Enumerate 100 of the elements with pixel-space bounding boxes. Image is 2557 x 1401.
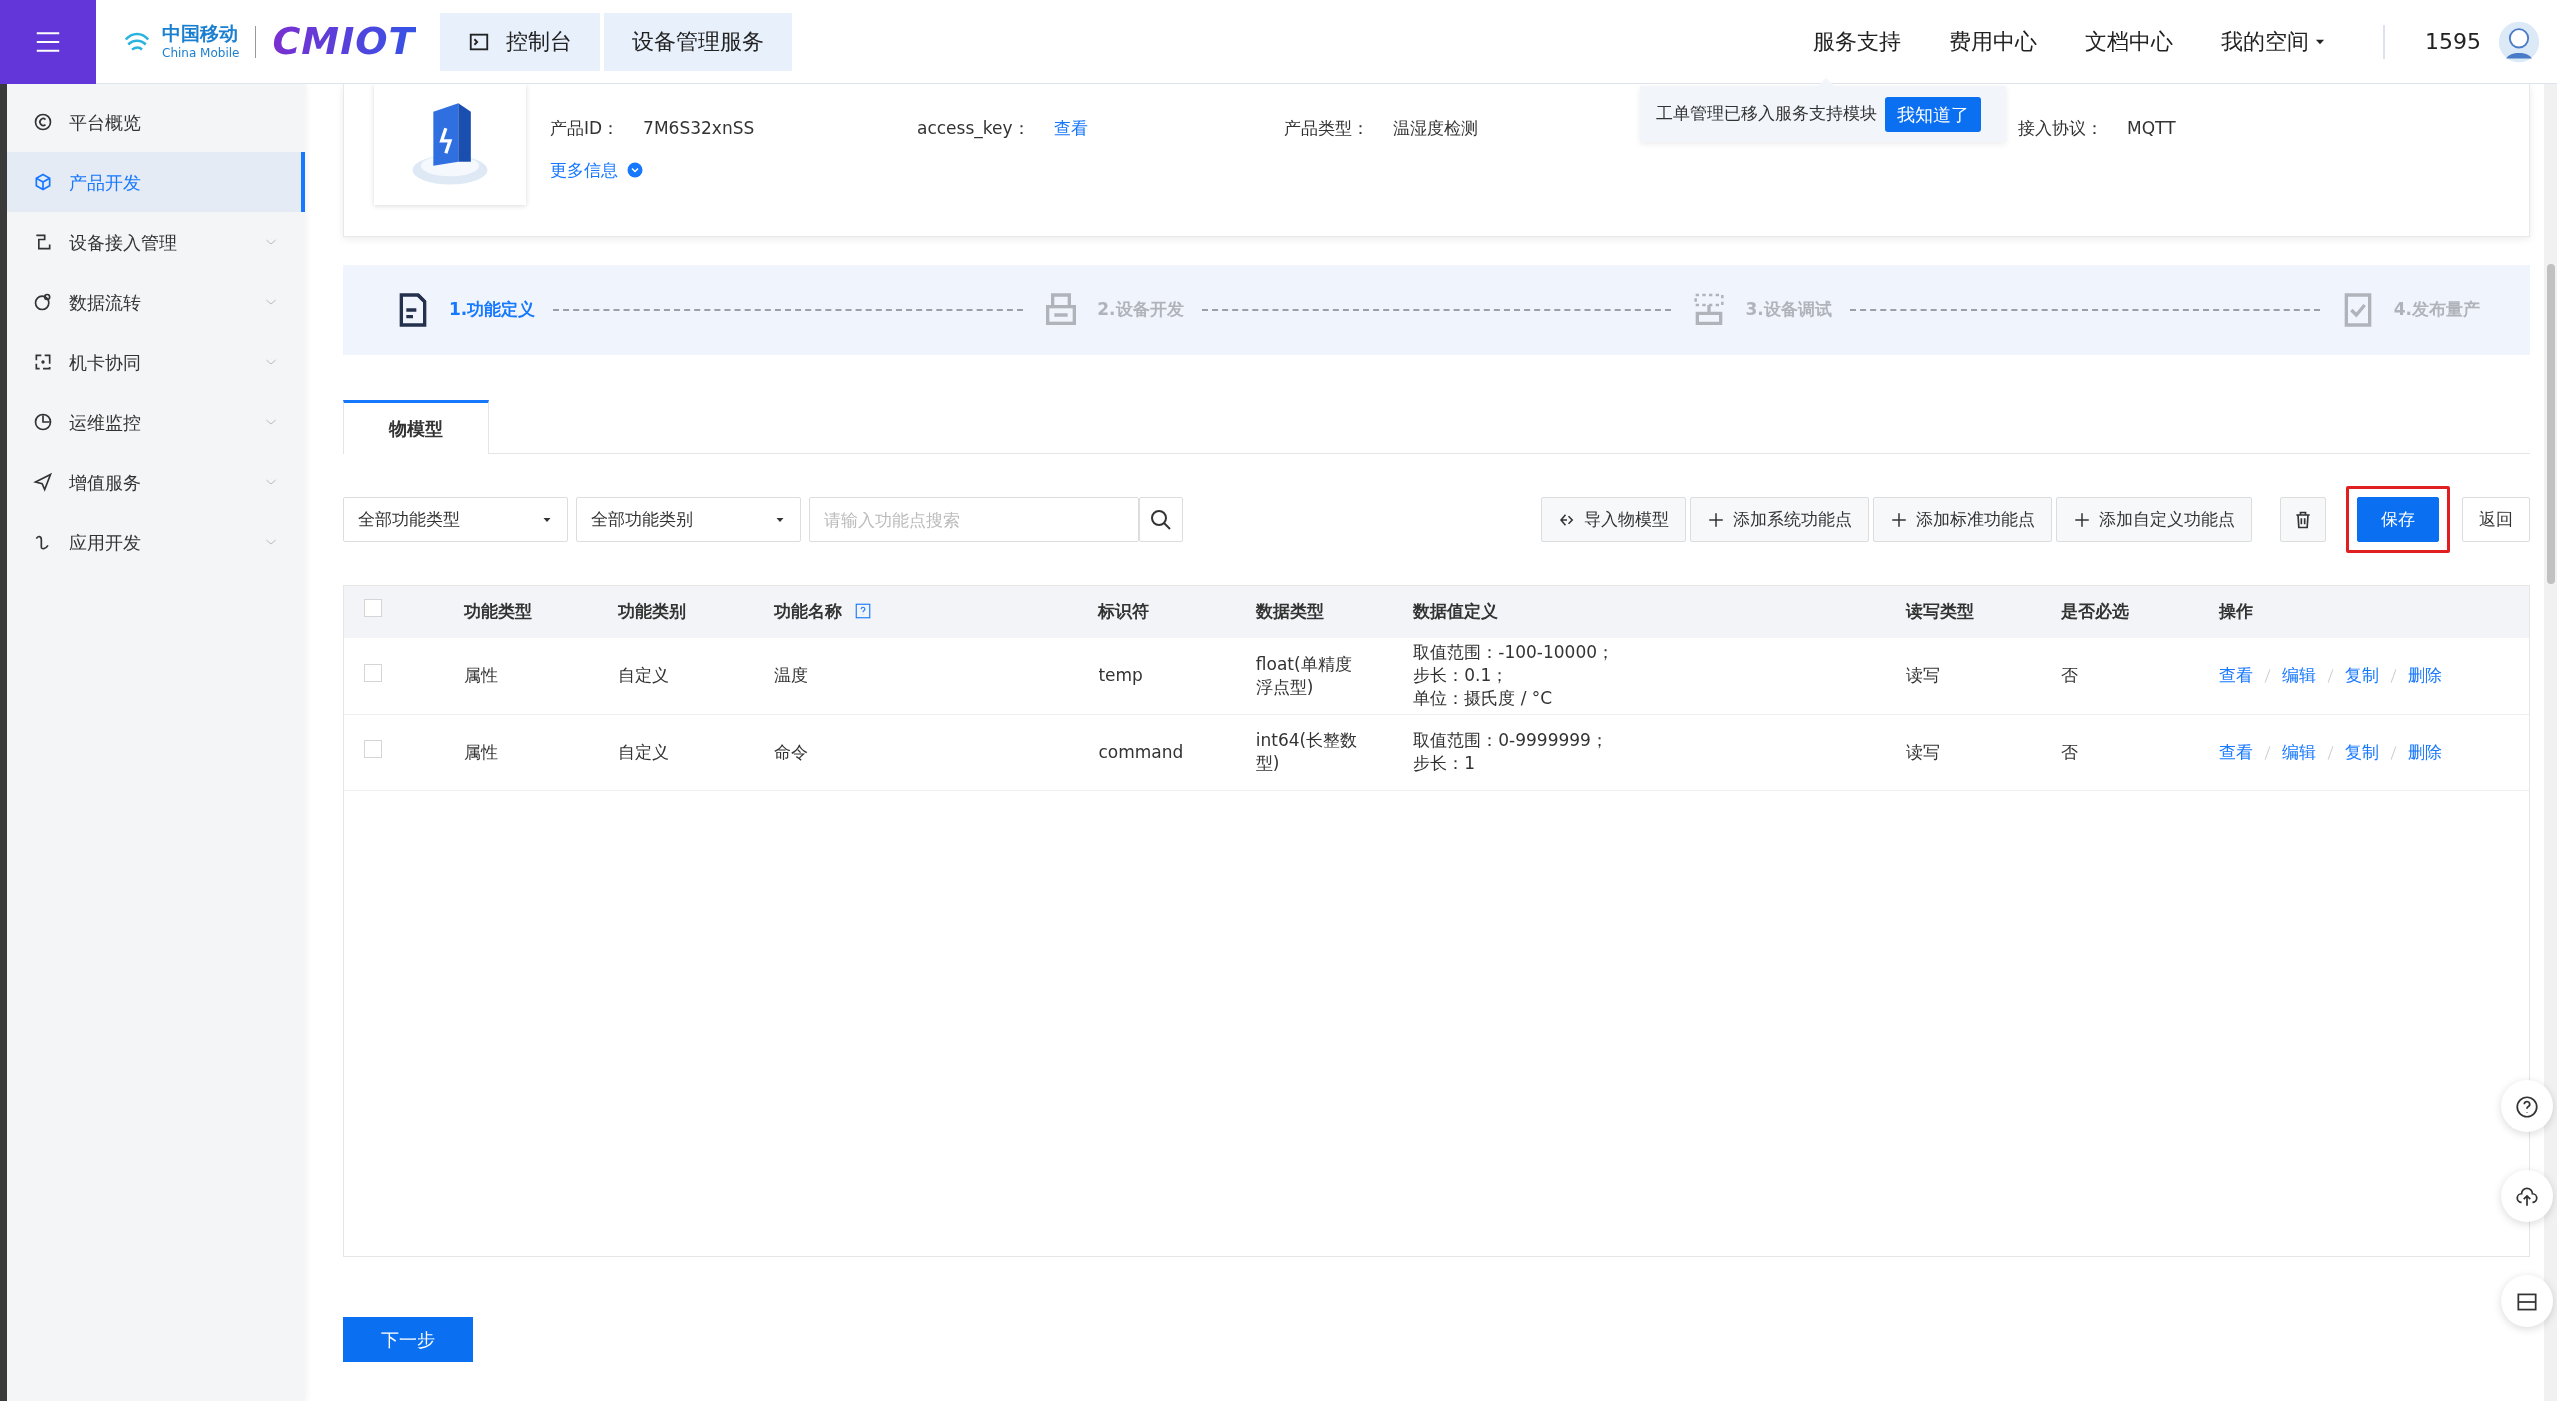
action-link[interactable]: 查看 xyxy=(2218,741,2253,762)
column-header: 读写类型 xyxy=(1905,601,1974,622)
toolbar-button[interactable]: 添加标准功能点 xyxy=(1873,497,2052,542)
menu-item-icon xyxy=(33,292,53,312)
menu-item-icon xyxy=(33,412,53,432)
definition-line: 步长：1 xyxy=(1413,752,1477,775)
chevron-down-icon xyxy=(626,161,644,180)
table-cell: 否 xyxy=(2041,638,2199,714)
toolbar-button[interactable]: 添加系统功能点 xyxy=(1690,497,1869,542)
action-link[interactable]: 删除 xyxy=(2407,741,2442,762)
delete-button[interactable] xyxy=(2280,497,2326,542)
step-item[interactable]: 1.功能定义 xyxy=(393,290,536,330)
action-link[interactable]: 编辑 xyxy=(2281,741,2316,762)
table-cell: 自定义 xyxy=(597,714,755,790)
brand-name: China Mobile xyxy=(162,47,240,59)
menu-button[interactable] xyxy=(0,0,96,84)
action-link[interactable]: 删除 xyxy=(2407,665,2442,686)
plus-icon xyxy=(1890,510,1908,529)
definition-line: 单位：摄氏度 / °C xyxy=(1413,687,1554,711)
back-button[interactable]: 返回 xyxy=(2462,497,2530,542)
column-header: 功能名称 xyxy=(774,601,843,622)
checkbox[interactable] xyxy=(364,663,382,682)
field-label: 产品类型： xyxy=(1284,117,1369,140)
action-link[interactable]: 复制 xyxy=(2344,665,2379,686)
field-value: MQTT xyxy=(2127,117,2176,140)
field-value: 温湿度检测 xyxy=(1393,117,1478,140)
definition-line: 取值范围：0-9999999； xyxy=(1413,729,1609,752)
breadcrumb-item[interactable]: 控制台 xyxy=(439,12,600,71)
avatar-icon xyxy=(2497,19,2541,64)
definition-line: 步长：0.1； xyxy=(1413,664,1510,688)
table-cell: 属性 xyxy=(443,714,598,790)
sidebar-item[interactable]: 平台概览 xyxy=(7,92,305,152)
field-label: access_key： xyxy=(917,117,1030,141)
sidebar-item[interactable]: 运维监控 xyxy=(7,392,305,452)
menu-item-icon xyxy=(33,352,53,372)
checkbox[interactable] xyxy=(364,599,382,618)
table-cell: 温度 xyxy=(754,638,1079,714)
column-header: 功能类型 xyxy=(463,601,532,622)
table-cell: 读写 xyxy=(1885,638,2042,714)
upload-button[interactable] xyxy=(2501,1170,2553,1222)
help-icon[interactable] xyxy=(854,602,873,621)
table-cell: command xyxy=(1078,714,1236,790)
tab[interactable]: 物模型 xyxy=(343,400,489,454)
filter-dropdown[interactable]: 全部功能类别 xyxy=(576,497,801,542)
field-value: 7M6S32xnSS xyxy=(643,117,755,140)
search-field[interactable]: 请输入功能点搜索 xyxy=(809,497,1139,542)
tooltip-text: 工单管理已移入服务支持模块 xyxy=(1656,102,1877,126)
help-button[interactable] xyxy=(2501,1080,2553,1132)
sidebar-item[interactable]: 应用开发 xyxy=(7,512,305,572)
search-button[interactable] xyxy=(1139,497,1183,542)
table-cell: temp xyxy=(1078,638,1236,714)
action-link[interactable]: 编辑 xyxy=(2281,665,2316,686)
brand-name: 中国移动 xyxy=(162,24,239,43)
nav-link[interactable]: 我的空间 xyxy=(2205,24,2343,59)
menu-item-icon xyxy=(33,472,53,492)
definition-line: 取值范围：-100-10000； xyxy=(1413,641,1616,665)
column-header: 是否必选 xyxy=(2061,601,2130,622)
checkbox[interactable] xyxy=(364,740,382,759)
table-cell: 属性 xyxy=(443,638,598,714)
nav-link[interactable]: 费用中心 xyxy=(1933,24,2053,59)
more-info-link[interactable]: 更多信息 xyxy=(550,157,644,183)
help-icon xyxy=(2514,1094,2540,1120)
nav-link[interactable]: 文档中心 xyxy=(2069,24,2189,59)
plus-icon xyxy=(1707,510,1725,529)
sidebar-item[interactable]: 机卡协同 xyxy=(7,332,305,392)
sidebar-item[interactable]: 数据流转 xyxy=(7,272,305,332)
dismiss-button[interactable]: 我知道了 xyxy=(1885,96,1981,132)
column-header: 功能类别 xyxy=(617,601,686,622)
action-link[interactable]: 复制 xyxy=(2344,741,2379,762)
field-label: 接入协议： xyxy=(2018,117,2103,140)
toolbar-button[interactable]: 导入物模型 xyxy=(1541,497,1686,542)
plus-icon xyxy=(2073,510,2091,529)
table-cell: 自定义 xyxy=(597,638,755,714)
column-header: 标识符 xyxy=(1098,601,1150,622)
search-icon xyxy=(1149,507,1173,532)
next-button[interactable]: 下一步 xyxy=(343,1317,473,1362)
panel-button[interactable] xyxy=(2501,1275,2553,1327)
menu-item-icon xyxy=(33,112,53,132)
table-cell: int64(长整数型) xyxy=(1235,714,1394,790)
menu-item-icon xyxy=(33,232,53,252)
toolbar-button[interactable]: 添加自定义功能点 xyxy=(2056,497,2252,542)
column-header: 数据值定义 xyxy=(1413,601,1499,622)
menu-item-icon xyxy=(33,172,53,192)
save-button[interactable]: 保存 xyxy=(2357,497,2439,542)
breadcrumb-item[interactable]: 设备管理服务 xyxy=(603,12,792,71)
action-link[interactable]: 查看 xyxy=(2218,665,2253,686)
user-id: 1595 xyxy=(2425,28,2481,56)
sidebar-item[interactable]: 增值服务 xyxy=(7,452,305,512)
filter-dropdown[interactable]: 全部功能类型 xyxy=(343,497,568,542)
table-cell: 命令 xyxy=(754,714,1079,790)
trash-icon xyxy=(2293,509,2313,530)
scrollbar-thumb[interactable] xyxy=(2547,264,2555,584)
nav-link[interactable]: 服务支持 xyxy=(1797,24,1917,59)
field-label: 产品ID： xyxy=(550,117,620,140)
column-header: 数据类型 xyxy=(1255,601,1324,622)
table-cell: 否 xyxy=(2041,714,2199,790)
view-link[interactable]: 查看 xyxy=(1053,116,1088,142)
sidebar-item[interactable]: 设备接入管理 xyxy=(7,212,305,272)
column-header: 操作 xyxy=(2218,601,2253,622)
table-cell: float(单精度浮点型) xyxy=(1235,638,1394,714)
